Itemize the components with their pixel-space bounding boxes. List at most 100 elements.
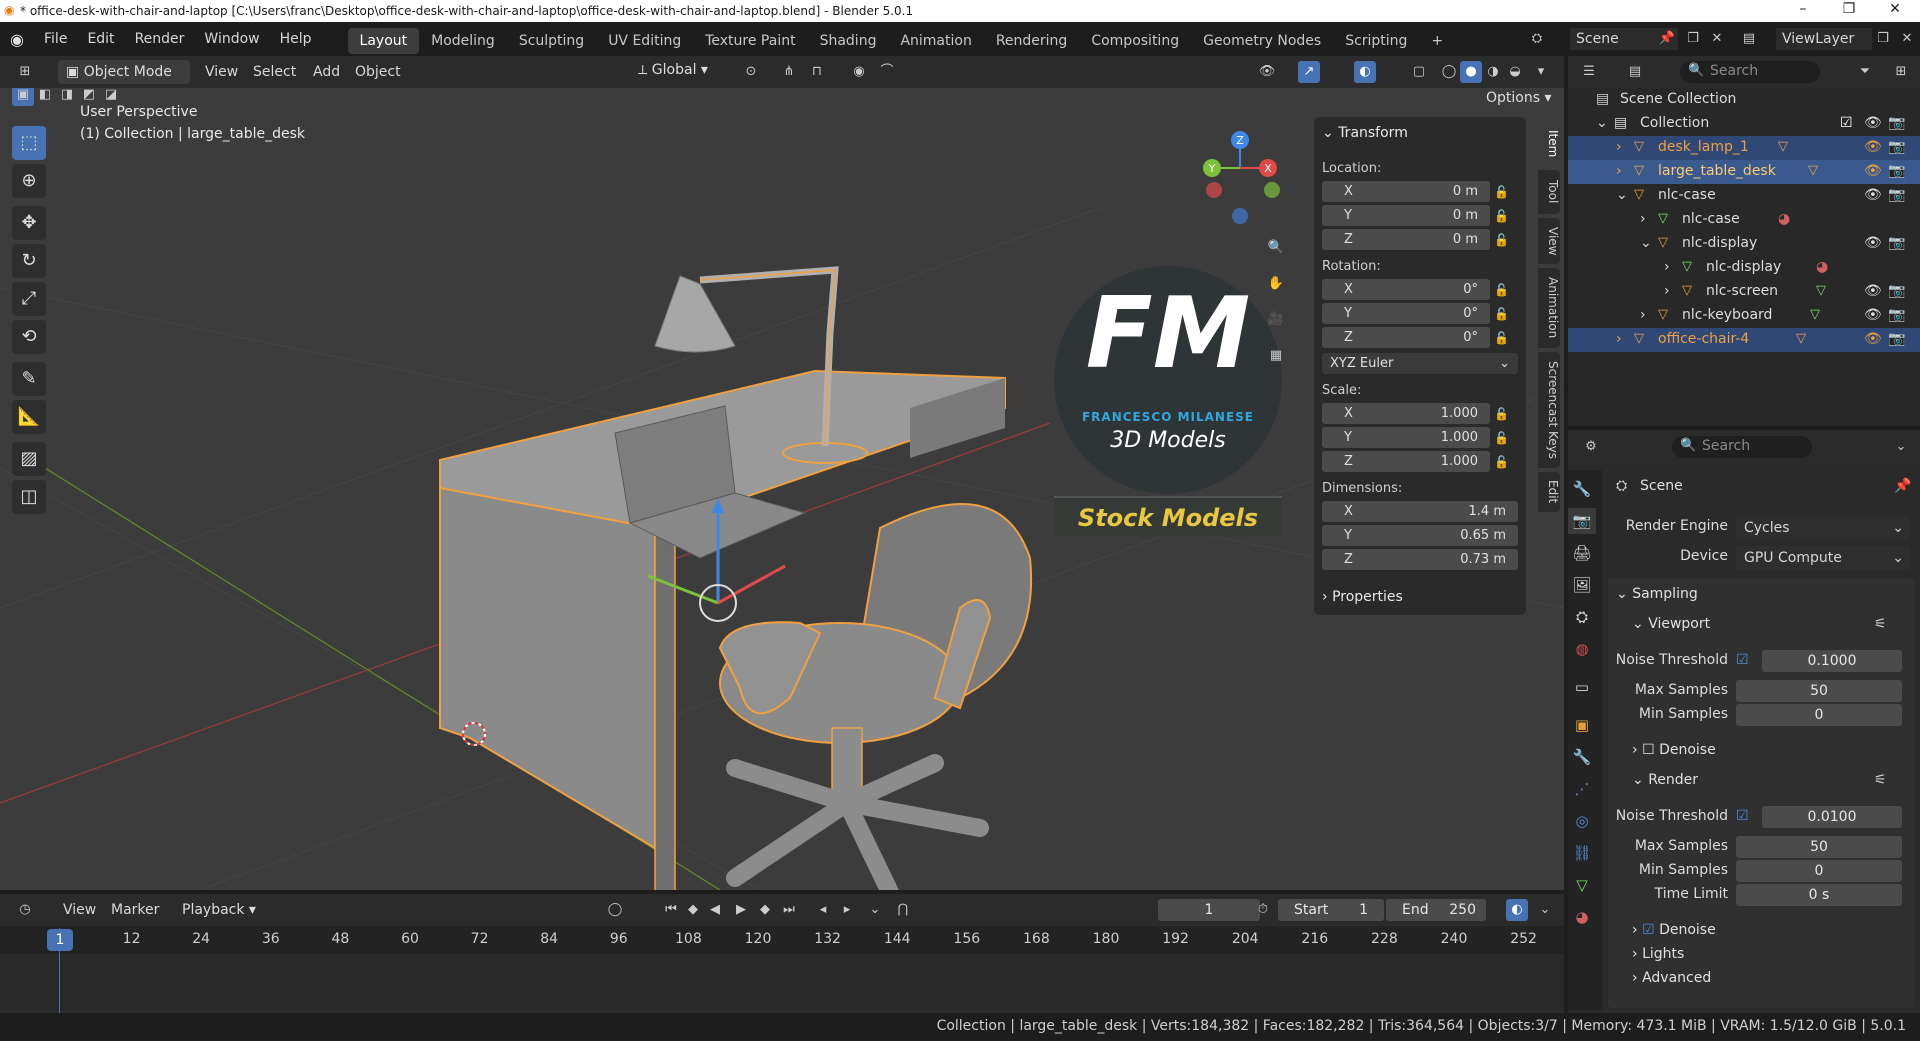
outliner-editor-type-icon[interactable]: ☰ xyxy=(1578,61,1600,83)
perspective-toggle-icon[interactable]: ▦ xyxy=(1262,342,1290,370)
new-scene-icon[interactable]: ❐ xyxy=(1682,28,1704,50)
data-tab-icon[interactable]: ▽ xyxy=(1568,872,1596,898)
list-item[interactable]: ▤ Scene Collection xyxy=(1568,88,1920,112)
dimensions-z-field[interactable]: Z 0.73 m xyxy=(1322,549,1518,570)
shading-options-icon[interactable]: ▾ xyxy=(1530,61,1552,83)
modifier-tab-icon[interactable]: 🔧 xyxy=(1568,744,1596,770)
rotation-x-field[interactable]: X 0° xyxy=(1322,279,1490,300)
camera-icon[interactable]: 📷 xyxy=(1888,235,1905,251)
lock-icon[interactable]: 🔓 xyxy=(1494,307,1509,321)
nav-neg-z-ball[interactable] xyxy=(1232,208,1248,224)
lock-icon[interactable]: 🔓 xyxy=(1494,233,1509,247)
play-icon[interactable]: ▶ xyxy=(730,899,752,921)
select-extend-icon[interactable]: ◧ xyxy=(34,88,56,106)
lock-icon[interactable]: 🔓 xyxy=(1494,209,1509,223)
auto-keying-icon[interactable]: ◯ xyxy=(604,899,626,921)
eye-icon[interactable]: 👁 xyxy=(1864,235,1882,251)
tool-tab-icon[interactable]: 🔧 xyxy=(1568,476,1596,502)
checkbox-icon[interactable]: ☑ xyxy=(1642,922,1655,938)
tab-item[interactable]: Item xyxy=(1538,122,1560,166)
maximize-icon[interactable]: ❐ xyxy=(1826,1,1872,21)
timeline-overlay-icon[interactable]: ◐ xyxy=(1506,899,1528,921)
tab-rendering[interactable]: Rendering xyxy=(984,28,1080,54)
tab-layout[interactable]: Layout xyxy=(347,28,420,54)
list-item[interactable]: › ▽ nlc-screen ▽ 👁 📷 xyxy=(1568,280,1920,304)
add-object-tool-icon[interactable]: ◫ xyxy=(12,480,46,514)
presets-icon[interactable]: ⚟ xyxy=(1874,616,1887,632)
xray-icon[interactable]: ▢ xyxy=(1408,61,1430,83)
gizmo-icon[interactable]: ↗ xyxy=(1298,61,1320,83)
list-item[interactable]: › ▽ desk_lamp_1 ▽ 👁 📷 xyxy=(1568,136,1920,160)
prev-keyframe-icon[interactable]: ◆ xyxy=(682,899,704,921)
lock-icon[interactable]: 🔓 xyxy=(1494,431,1509,445)
menu-object[interactable]: Object xyxy=(346,56,410,88)
camera-icon[interactable]: 📷 xyxy=(1888,283,1905,299)
eye-icon[interactable]: 👁 xyxy=(1864,283,1882,299)
visibility-icon[interactable]: 👁 xyxy=(1256,61,1278,83)
outliner-search-input[interactable]: 🔍 Search xyxy=(1680,61,1820,83)
blender-menu-icon[interactable]: ◉ xyxy=(0,30,34,49)
presets-icon[interactable]: ⚟ xyxy=(1874,772,1887,788)
tab-sculpting[interactable]: Sculpting xyxy=(507,28,596,54)
output-tab-icon[interactable]: 🖨 xyxy=(1568,540,1596,566)
menu-window[interactable]: Window xyxy=(194,22,269,56)
play-reverse-icon[interactable]: ◀ xyxy=(704,899,726,921)
overlays-icon[interactable]: ◐ xyxy=(1354,61,1376,83)
view-layer-tab-icon[interactable]: 🖼 xyxy=(1568,572,1596,598)
tab-tool[interactable]: Tool xyxy=(1538,170,1560,214)
eye-icon[interactable]: 👁 xyxy=(1864,307,1882,323)
tab-compositing[interactable]: Compositing xyxy=(1079,28,1191,54)
location-x-field[interactable]: X 0 m xyxy=(1322,181,1490,202)
current-frame-field[interactable]: 1 xyxy=(1158,899,1260,921)
physics-tab-icon[interactable]: ◎ xyxy=(1568,808,1596,834)
location-z-field[interactable]: Z 0 m xyxy=(1322,229,1490,250)
select-box-tool-icon[interactable]: ⬚ xyxy=(12,126,46,160)
r-min-samples-field[interactable]: 0 xyxy=(1736,860,1902,882)
scale-x-field[interactable]: X 1.000 xyxy=(1322,403,1490,424)
eye-icon[interactable]: 👁 xyxy=(1864,139,1882,155)
end-frame-field[interactable]: End 250 xyxy=(1386,899,1486,921)
mode-select[interactable]: ▣ Object Mode ▾ xyxy=(58,60,190,104)
r-denoise-section[interactable]: › ☑ Denoise xyxy=(1632,922,1716,938)
camera-view-icon[interactable]: 🎥 xyxy=(1262,306,1290,334)
constraints-tab-icon[interactable]: ⛓ xyxy=(1568,840,1596,866)
tab-screencast-keys[interactable]: Screencast Keys xyxy=(1538,352,1560,468)
eye-icon[interactable]: 👁 xyxy=(1864,187,1882,203)
view-layer-field[interactable]: ViewLayer xyxy=(1776,28,1872,50)
viewport-section-header[interactable]: ⌄ Viewport xyxy=(1632,616,1710,632)
annotate-tool-icon[interactable]: ✎ xyxy=(12,362,46,396)
tab-shading[interactable]: Shading xyxy=(808,28,889,54)
next-keyframe-icon[interactable]: ◆ xyxy=(754,899,776,921)
move-tool-icon[interactable]: ✥ xyxy=(12,206,46,240)
eye-icon[interactable]: 👁 xyxy=(1864,331,1882,347)
stopwatch-icon[interactable]: ⏱ xyxy=(1252,899,1274,921)
minimize-icon[interactable]: – xyxy=(1780,1,1826,21)
tab-modeling[interactable]: Modeling xyxy=(419,28,507,54)
tab-texture-paint[interactable]: Texture Paint xyxy=(693,28,807,54)
vp-denoise-section[interactable]: › ☐ Denoise xyxy=(1632,742,1716,758)
add-workspace-button[interactable]: + xyxy=(1419,28,1455,54)
list-item[interactable]: ⌄ ▽ nlc-display 👁 📷 xyxy=(1568,232,1920,256)
timeline-editor-type-icon[interactable]: ◷ xyxy=(14,899,36,921)
properties-editor-type-icon[interactable]: ⚙ xyxy=(1580,436,1602,458)
r-noise-threshold-checkbox[interactable]: ☑ xyxy=(1736,808,1749,824)
transform-tool-icon[interactable]: ⟲ xyxy=(12,320,46,354)
camera-icon[interactable]: 📷 xyxy=(1888,163,1905,179)
desk-front-edge[interactable] xyxy=(654,518,676,890)
tab-animation[interactable]: Animation xyxy=(888,28,983,54)
wireframe-shading-icon[interactable]: ◯ xyxy=(1438,61,1460,83)
menu-render[interactable]: Render xyxy=(125,22,195,56)
chevron-down-icon[interactable]: ⌄ xyxy=(1890,436,1912,458)
camera-icon[interactable]: 📷 xyxy=(1888,307,1905,323)
material-shading-icon[interactable]: ◑ xyxy=(1482,61,1504,83)
tab-scripting[interactable]: Scripting xyxy=(1333,28,1419,54)
rotation-y-field[interactable]: Y 0° xyxy=(1322,303,1490,324)
properties-search-input[interactable]: 🔍 Search xyxy=(1672,436,1812,458)
dimensions-x-field[interactable]: X 1.4 m xyxy=(1322,501,1518,522)
r-max-samples-field[interactable]: 50 xyxy=(1736,836,1902,858)
scale-z-field[interactable]: Z 1.000 xyxy=(1322,451,1490,472)
cursor-tool-icon[interactable]: ⊕ xyxy=(12,164,46,198)
pan-hand-icon[interactable]: ✋ xyxy=(1262,270,1290,298)
prev-frame-icon[interactable]: ◂ xyxy=(812,899,834,921)
render-tab-icon[interactable]: 📷 xyxy=(1568,508,1596,534)
